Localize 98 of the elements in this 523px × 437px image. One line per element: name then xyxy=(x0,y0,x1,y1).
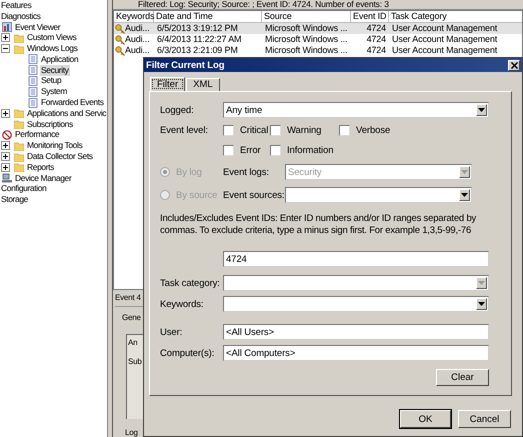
table-cell-text: User Account Management xyxy=(391,23,498,34)
input-field[interactable]: <All Users> xyxy=(223,324,489,340)
expand-icon[interactable] xyxy=(1,141,10,150)
folder-icon xyxy=(14,108,24,118)
tab[interactable]: Filter xyxy=(150,77,186,91)
folder-icon xyxy=(14,32,24,43)
table-cell-text: Audi... xyxy=(125,34,150,45)
tree-item[interactable]: System xyxy=(40,86,68,98)
tree-item[interactable]: Forwarded Events xyxy=(40,97,105,108)
filter-summary: Filtered: Log: Security; Source: ; Event ID: 4724. Number of events: 3 xyxy=(138,0,389,9)
field-label: Event sources: xyxy=(223,190,285,200)
table-cell-text: 6/5/2013 3:19:12 PM xyxy=(156,23,239,34)
log-icon xyxy=(28,54,38,64)
key-icon xyxy=(115,24,125,34)
field-label: Event logs: xyxy=(223,166,270,178)
expand-icon[interactable] xyxy=(1,152,10,162)
logged-dropdown[interactable]: Any time xyxy=(223,102,489,118)
window-title: Filter Current Log xyxy=(146,60,224,70)
computer-icon xyxy=(2,173,12,184)
event-ids-help: Includes/Excludes Event IDs: Enter ID numbers and/or ID ranges separated by commas. To exclude criteria, type a minus sign first. For example 1,3,5-99,-76 xyxy=(160,213,478,237)
expand-icon[interactable] xyxy=(1,162,10,172)
level-checkbox[interactable]: Error xyxy=(223,145,270,156)
column-header[interactable]: Date and Time xyxy=(154,11,262,22)
log-icon xyxy=(28,98,38,108)
log-dropdown[interactable] xyxy=(285,187,472,203)
folder-icon xyxy=(14,140,24,151)
table-cell-text: 4724 xyxy=(366,45,387,56)
expand-icon[interactable] xyxy=(1,108,10,118)
tree-item[interactable]: Storage xyxy=(0,194,29,206)
folder-icon xyxy=(14,119,24,130)
table-cell-text: 6/3/2013 2:21:09 PM xyxy=(156,45,239,56)
details-text: Sub xyxy=(128,357,142,366)
table-cell-text: 4724 xyxy=(366,34,387,45)
radio-dot-icon xyxy=(163,170,167,174)
field-label: Computer(s): xyxy=(160,348,216,358)
level-checkbox[interactable]: Verbose xyxy=(339,125,390,136)
table-cell-text: Audi... xyxy=(125,23,150,34)
viewer-icon xyxy=(2,22,12,32)
field-label: Task category: xyxy=(160,278,221,288)
column-header[interactable]: Source xyxy=(262,11,351,22)
field-label: Event level: xyxy=(160,125,209,136)
close-button[interactable] xyxy=(508,60,520,70)
input-field[interactable]: <All Computers> xyxy=(223,345,489,361)
tree-item[interactable]: Reports xyxy=(26,162,55,173)
folder-icon xyxy=(14,44,24,54)
tree-item[interactable]: Configuration xyxy=(0,183,48,194)
field-label: User: xyxy=(160,326,184,338)
log-icon xyxy=(28,86,38,97)
table-cell-text: Microsoft Windows ... xyxy=(264,23,348,34)
level-checkbox[interactable]: Critical xyxy=(223,125,270,136)
table-cell-text: 4724 xyxy=(366,23,387,34)
tree-item[interactable]: Data Collector Sets xyxy=(26,151,94,162)
tree-item[interactable]: Setup xyxy=(40,75,62,86)
field-label: Keywords: xyxy=(160,298,204,310)
tree-item[interactable]: Performance xyxy=(14,129,60,140)
event-ids-field[interactable]: 4724 xyxy=(223,251,489,267)
tree-item[interactable]: Applications and Servic xyxy=(26,108,107,119)
table-cell-text: User Account Management xyxy=(391,34,498,45)
log-icon xyxy=(28,65,38,76)
field-label: Logged: xyxy=(160,104,195,116)
expand-icon[interactable] xyxy=(1,33,10,42)
log-icon xyxy=(28,76,38,86)
table-cell-text: 6/4/2013 11:22:27 AM xyxy=(156,34,242,45)
table-cell-text: User Account Management xyxy=(391,45,498,56)
collapse-icon[interactable] xyxy=(1,44,10,54)
dropdown-field[interactable] xyxy=(223,275,489,291)
folder-icon xyxy=(14,162,24,172)
tree-item[interactable]: Monitoring Tools xyxy=(26,140,84,152)
table-cell-text: Audi... xyxy=(125,45,150,56)
key-icon xyxy=(115,46,125,56)
column-header[interactable]: Keywords xyxy=(114,11,154,22)
column-header[interactable]: Task Category xyxy=(389,11,523,22)
tree-item[interactable]: Custom Views xyxy=(26,32,78,44)
event-row[interactable]: Audi... 6/5/2013 3:19:12 PM Microsoft Windows ... 4724 User Account Management xyxy=(114,23,522,34)
tree-item[interactable]: Application xyxy=(40,54,80,65)
tree-item[interactable]: Windows Logs xyxy=(26,43,78,54)
dialog-button[interactable]: OK xyxy=(400,410,451,428)
column-header[interactable]: Event ID xyxy=(351,11,389,22)
details-tab[interactable]: Gene xyxy=(122,313,146,322)
details-text: An xyxy=(128,338,138,347)
folder-icon xyxy=(14,152,24,162)
dropdown-field[interactable] xyxy=(223,296,489,312)
table-cell-text: Microsoft Windows ... xyxy=(264,45,348,56)
clear-button[interactable]: Clear xyxy=(436,369,489,386)
details-title: Event 4 xyxy=(115,292,141,304)
tree-item[interactable]: Diagnostics xyxy=(0,10,42,22)
key-icon xyxy=(115,35,125,45)
table-cell-text: Microsoft Windows ... xyxy=(264,34,348,45)
tree-item[interactable]: Device Manager xyxy=(14,172,72,184)
tree-item[interactable]: Subscriptions xyxy=(26,118,74,130)
tree-item[interactable]: Security xyxy=(40,64,70,76)
tab[interactable]: XML xyxy=(186,78,220,91)
details-label: Log xyxy=(125,428,139,437)
tree-item[interactable]: Features xyxy=(0,0,32,11)
level-checkbox[interactable]: Information xyxy=(270,145,339,156)
level-checkbox[interactable]: Warning xyxy=(270,125,339,136)
tree-item[interactable]: Event Viewer xyxy=(14,22,62,32)
dialog-button[interactable]: Cancel xyxy=(458,410,511,428)
